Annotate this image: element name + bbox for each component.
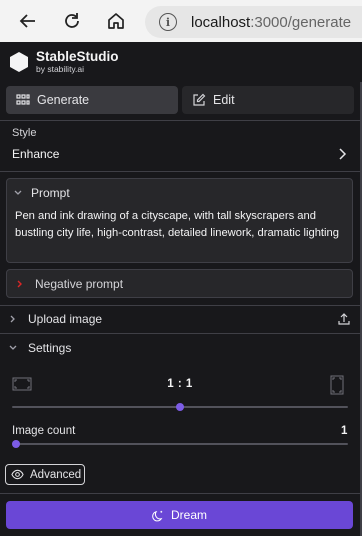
aspect-ratio-slider[interactable] <box>12 403 348 411</box>
tab-edit-label: Edit <box>213 93 235 107</box>
upload-image-row[interactable]: Upload image <box>8 312 102 326</box>
prompt-textarea[interactable]: Pen and ink drawing of a cityscape, with… <box>15 208 351 241</box>
prompt-panel: Prompt Pen and ink drawing of a cityscap… <box>6 178 353 263</box>
app-header: StableStudio by stability.ai <box>0 42 362 82</box>
upload-icon[interactable] <box>337 312 351 326</box>
home-icon <box>108 13 124 29</box>
chevron-right-icon <box>339 148 347 160</box>
image-count-label: Image count <box>12 425 76 437</box>
address-text: localhost:3000/generate <box>191 13 352 31</box>
back-button[interactable] <box>10 3 46 39</box>
advanced-button[interactable]: Advanced <box>5 464 85 485</box>
info-icon[interactable]: i <box>159 13 177 31</box>
style-value: Enhance <box>12 147 60 161</box>
mode-tabs: Generate Edit <box>6 86 354 116</box>
divider <box>0 305 360 306</box>
divider <box>0 120 360 121</box>
chevron-right-icon <box>10 315 15 323</box>
divider <box>0 171 360 172</box>
tab-edit[interactable]: Edit <box>182 86 354 114</box>
eye-icon <box>11 469 24 480</box>
aspect-ratio-slider-thumb[interactable] <box>176 403 184 411</box>
chevron-down-icon <box>14 190 22 195</box>
edit-icon <box>193 93 206 106</box>
aspect-ratio-value: 1 : 1 <box>167 378 193 390</box>
prompt-header[interactable]: Prompt <box>13 186 70 200</box>
stableStudio-logo-icon <box>10 52 28 72</box>
arrow-left-icon <box>19 14 35 28</box>
portrait-aspect-icon[interactable] <box>330 375 344 395</box>
settings-header[interactable]: Settings <box>8 341 71 355</box>
image-count-slider[interactable] <box>12 440 348 448</box>
grid-icon <box>16 94 30 105</box>
chevron-right-icon <box>17 280 22 287</box>
dream-button[interactable]: Dream <box>6 501 353 529</box>
moon-stars-icon <box>152 510 163 521</box>
reload-icon <box>65 13 79 28</box>
landscape-aspect-icon[interactable] <box>12 377 32 391</box>
upload-image-label: Upload image <box>28 312 103 326</box>
dream-label: Dream <box>170 508 207 522</box>
reload-button[interactable] <box>54 3 90 39</box>
address-bar[interactable]: i localhost:3000/generate <box>145 6 362 38</box>
image-count-value: 1 <box>341 425 348 437</box>
style-label: Style <box>12 127 37 139</box>
negative-prompt-panel[interactable]: Negative prompt <box>6 269 353 298</box>
image-count-slider-thumb[interactable] <box>12 440 20 448</box>
prompt-label: Prompt <box>31 186 70 200</box>
advanced-label: Advanced <box>30 468 82 481</box>
browser-toolbar: i localhost:3000/generate <box>0 0 362 42</box>
divider <box>0 333 360 334</box>
home-button[interactable] <box>98 3 134 39</box>
tab-generate-label: Generate <box>37 93 90 107</box>
negative-prompt-label: Negative prompt <box>35 276 124 291</box>
settings-label: Settings <box>28 341 72 355</box>
app-subtitle: by stability.ai <box>36 64 85 74</box>
tab-generate[interactable]: Generate <box>6 86 178 114</box>
divider <box>0 493 360 494</box>
chevron-down-icon <box>9 345 17 350</box>
app-title: StableStudio <box>36 49 119 64</box>
